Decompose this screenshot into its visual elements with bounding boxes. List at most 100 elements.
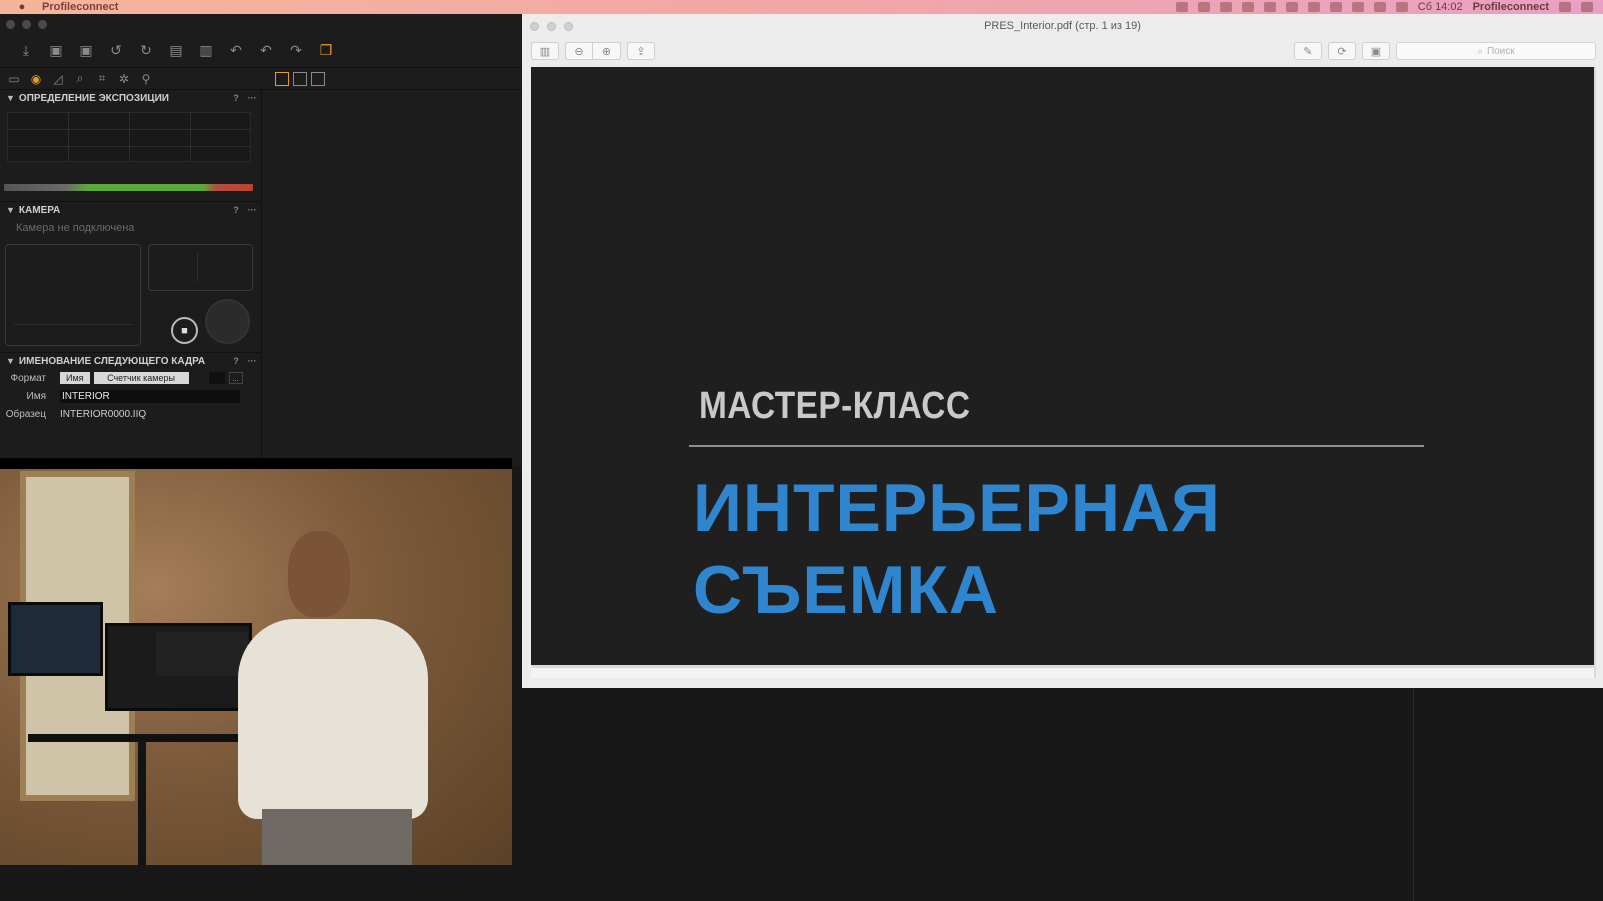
wifi-icon[interactable] <box>1373 2 1386 12</box>
camera-controls: ■ <box>0 238 261 352</box>
presenter-body <box>238 619 428 819</box>
tool-column: ▼ ОПРЕДЕЛЕНИЕ ЭКСПОЗИЦИИ ? ··· ▼ КАМЕРА … <box>0 90 262 466</box>
rotate-icon[interactable]: ⟳ <box>1328 42 1356 60</box>
toolbox-icon[interactable]: ▣ <box>1362 42 1390 60</box>
slide-divider <box>689 445 1424 447</box>
presenter-legs <box>262 809 412 865</box>
fullscreen-view-icon[interactable] <box>311 72 325 86</box>
sidebar-toggle-icon[interactable]: ▥ <box>531 42 559 60</box>
rotate-left-icon[interactable]: ↺ <box>106 42 126 60</box>
undo-icon[interactable]: ↶ <box>256 42 276 60</box>
library-tab-icon[interactable]: ▭ <box>5 70 23 88</box>
rotate-right-icon[interactable]: ↻ <box>136 42 156 60</box>
window-titlebar <box>0 14 522 34</box>
menu-extra-icon[interactable] <box>1219 2 1232 12</box>
spotlight-icon[interactable] <box>1559 2 1571 12</box>
camera-status: Камера не подключена <box>16 222 135 234</box>
name-input[interactable]: INTERIOR <box>60 389 240 403</box>
preview-titlebar: PRES_Interior.pdf (стр. 1 из 19) <box>522 14 1603 38</box>
camera-icon[interactable]: ▣ <box>76 42 96 60</box>
capture-one-window: ⤓ ▣ ▣ ↺ ↻ ▤ ▥ ↶ ↶ ↷ ❐ ▭ ◉ ◿ ⌕ ⌗ ✲ ⚲ ▼ ОП… <box>0 14 522 466</box>
slide-subtitle: МАСТЕР-КЛАСС <box>699 385 971 427</box>
capture-button[interactable] <box>205 299 250 344</box>
bluetooth-icon[interactable] <box>1329 2 1342 12</box>
naming-panel-header[interactable]: ▼ ИМЕНОВАНИЕ СЛЕДУЮЩЕГО КАДРА ? ··· <box>0 353 261 369</box>
panel-title: ИМЕНОВАНИЕ СЛЕДУЮЩЕГО КАДРА <box>18 355 206 367</box>
menu-extra-icon[interactable] <box>1241 2 1254 12</box>
markup-pen-icon[interactable]: ✎ <box>1294 42 1322 60</box>
menu-user-name[interactable]: Profileconnect <box>1473 1 1549 13</box>
format-token[interactable]: Счетчик камеры <box>93 372 189 384</box>
panel-menu-button[interactable]: ··· <box>243 205 261 215</box>
sample-value: INTERIOR0000.IIQ <box>60 408 147 420</box>
apple-menu-icon[interactable]: ● <box>14 1 30 13</box>
menu-extra-icon[interactable] <box>1175 2 1188 12</box>
zoom-out-icon[interactable]: ⊖ <box>565 42 593 60</box>
format-field[interactable] <box>208 372 225 384</box>
adjustments-tab-icon[interactable]: ⚲ <box>137 70 155 88</box>
color-tab-icon[interactable]: ◿ <box>49 70 67 88</box>
chevron-down-icon[interactable]: ▼ <box>6 93 15 103</box>
search-field[interactable]: ⌕ Поиск <box>1396 42 1596 60</box>
redo-icon[interactable]: ↷ <box>286 42 306 60</box>
user-icon[interactable] <box>1351 2 1364 12</box>
sample-row: Образец INTERIOR0000.IIQ <box>0 405 261 423</box>
slide-title-line1: ИНТЕРЬЕРНАЯ <box>693 470 1221 546</box>
capture-icon[interactable]: ▣ <box>46 42 66 60</box>
close-window-button[interactable] <box>6 19 15 29</box>
panel-title: ОПРЕДЕЛЕНИЕ ЭКСПОЗИЦИИ <box>18 92 169 104</box>
settings-tab-icon[interactable]: ✲ <box>115 70 133 88</box>
chevron-down-icon[interactable]: ▼ <box>6 205 15 215</box>
document-canvas[interactable]: МАСТЕР-КЛАСС ИНТЕРЬЕРНАЯ СЪЕМКА <box>531 67 1596 678</box>
battery-icon[interactable] <box>1395 2 1408 12</box>
import-icon[interactable]: ⤓ <box>16 42 36 60</box>
menu-extra-icon[interactable] <box>1197 2 1210 12</box>
panel-menu-button[interactable]: ··· <box>243 93 261 103</box>
camera-panel-header[interactable]: ▼ КАМЕРА ? ··· <box>0 202 261 218</box>
help-button[interactable]: ? <box>229 205 243 215</box>
right-monitor <box>105 623 252 711</box>
export-icon[interactable]: ▤ <box>166 42 186 60</box>
format-more-button[interactable]: ... <box>228 372 243 384</box>
zoom-in-icon[interactable]: ⊕ <box>593 42 621 60</box>
desk-stand <box>138 741 146 865</box>
app-name-menu[interactable]: Profileconnect <box>42 1 118 13</box>
histogram <box>7 112 251 162</box>
trash-icon[interactable]: ▥ <box>196 42 216 60</box>
variants-icon[interactable]: ❐ <box>316 42 336 60</box>
reset-icon[interactable]: ↶ <box>226 42 246 60</box>
presenter-head <box>288 531 350 617</box>
live-view-icon[interactable]: ■ <box>171 317 198 344</box>
format-token[interactable]: Имя <box>60 372 90 384</box>
share-icon[interactable]: ⇪ <box>627 42 655 60</box>
panel-title: КАМЕРА <box>18 204 61 216</box>
capture-tab-icon[interactable]: ◉ <box>27 70 45 88</box>
grid-view-icon[interactable] <box>275 72 289 86</box>
pdf-page: МАСТЕР-КЛАСС ИНТЕРЬЕРНАЯ СЪЕМКА <box>531 67 1594 665</box>
focus-tab-icon[interactable]: ⌕ <box>71 70 89 88</box>
notification-center-icon[interactable] <box>1581 2 1593 12</box>
chevron-down-icon[interactable]: ▼ <box>6 356 15 366</box>
menu-extra-icon[interactable] <box>1285 2 1298 12</box>
panel-menu-button[interactable]: ··· <box>243 356 261 366</box>
preview-toolbar: ▥ ⊖ ⊕ ⇪ ✎ ⟳ ▣ ⌕ Поиск <box>522 38 1603 64</box>
display-icon[interactable] <box>1307 2 1320 12</box>
menu-clock[interactable]: Сб 14:02 <box>1418 1 1463 13</box>
camera-exposure-box <box>148 244 253 291</box>
next-page-edge <box>531 668 1594 678</box>
main-toolbar: ⤓ ▣ ▣ ↺ ↻ ▤ ▥ ↶ ↶ ↷ ❐ <box>0 34 522 68</box>
menu-extra-icon[interactable] <box>1263 2 1276 12</box>
single-view-icon[interactable] <box>293 72 307 86</box>
tool-tabs: ▭ ◉ ◿ ⌕ ⌗ ✲ ⚲ <box>0 68 522 90</box>
exposure-panel-header[interactable]: ▼ ОПРЕДЕЛЕНИЕ ЭКСПОЗИЦИИ ? ··· <box>0 90 261 106</box>
minimize-window-button[interactable] <box>22 19 31 29</box>
help-button[interactable]: ? <box>229 356 243 366</box>
zoom-window-button[interactable] <box>38 19 47 29</box>
crop-tab-icon[interactable]: ⌗ <box>93 70 111 88</box>
sample-label: Образец <box>5 408 46 420</box>
slide-title: ИНТЕРЬЕРНАЯ СЪЕМКА <box>693 467 1221 631</box>
search-icon: ⌕ <box>1477 45 1483 57</box>
exposure-meter <box>4 184 253 191</box>
slide-title-line2: СЪЕМКА <box>693 552 999 628</box>
help-button[interactable]: ? <box>229 93 243 103</box>
